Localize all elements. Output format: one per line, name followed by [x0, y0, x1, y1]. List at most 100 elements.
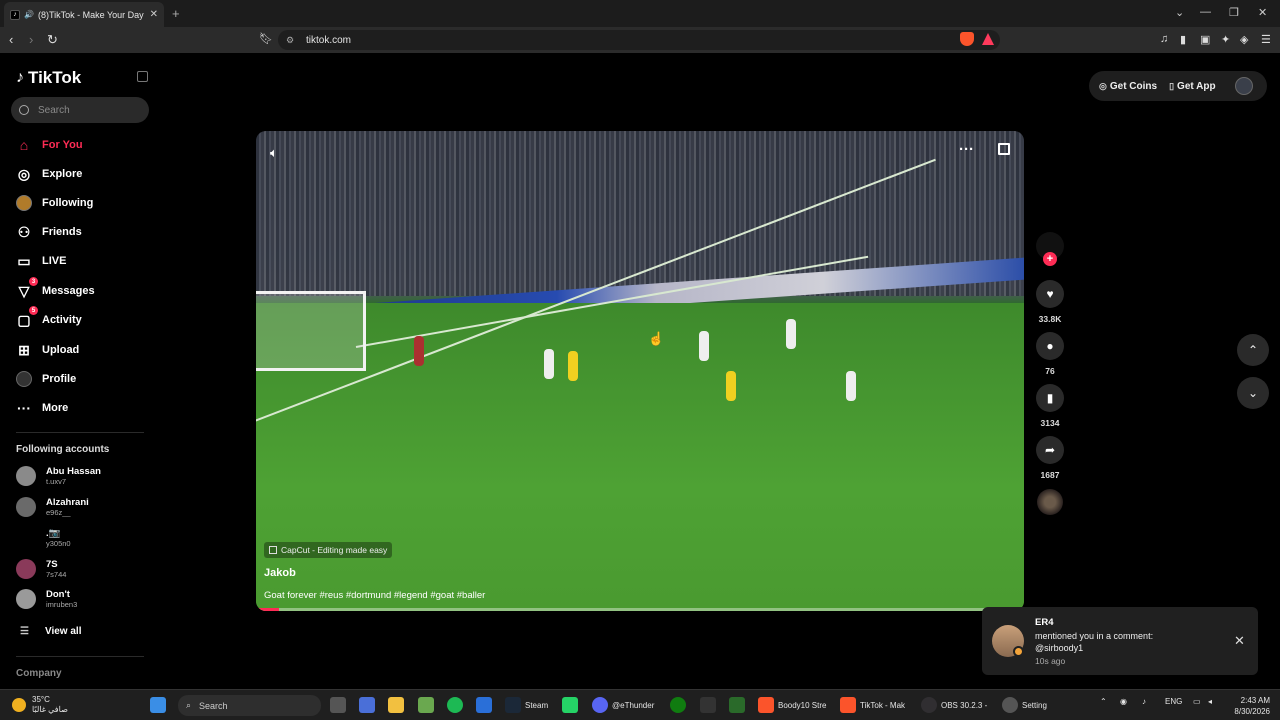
collapse-sidebar-icon[interactable] [137, 71, 148, 82]
fullscreen-icon[interactable] [998, 143, 1010, 155]
obs-icon [921, 697, 937, 713]
nav-label: LIVE [42, 255, 67, 267]
taskbar-search[interactable]: ⌕ Search [178, 695, 321, 716]
epic-icon [700, 697, 716, 713]
system-clock[interactable]: 2:43 AM 8/30/2026 [1220, 695, 1270, 717]
task-view-button[interactable] [330, 697, 350, 713]
account-avatar [16, 466, 36, 486]
tiktok-favicon-icon: ♪ [10, 9, 20, 20]
nav-following[interactable]: Following [15, 193, 93, 213]
close-icon[interactable]: ✕ [1234, 633, 1245, 649]
back-icon[interactable]: ‹ [9, 32, 13, 47]
nav-more[interactable]: ··· More [15, 398, 68, 418]
taskbar-app-label: OBS 30.2.3 - [941, 700, 988, 710]
tray-overflow-icon[interactable]: ⌃ [1100, 697, 1107, 706]
get-app-button[interactable]: ▯ Get App [1169, 81, 1215, 92]
volume-icon[interactable]: 🔈︎ [270, 145, 278, 161]
reload-icon[interactable]: ↻ [47, 32, 58, 48]
video-player[interactable]: 🔈︎ ··· ☝ CapCut - Editing made easy Jako… [256, 131, 1024, 611]
view-all-button[interactable]: ☰ View all [20, 626, 81, 637]
nav-activity[interactable]: ▢ 5 Activity [15, 306, 82, 330]
live-icon: ▭ [17, 252, 31, 269]
leo-ai-icon[interactable]: ✦ [1221, 33, 1230, 46]
epic-button[interactable] [700, 697, 720, 713]
search-input[interactable]: Search [11, 97, 149, 123]
vpn-icon[interactable]: ◈ [1240, 33, 1248, 46]
outlook-button[interactable] [476, 697, 496, 713]
menu-icon[interactable]: ☰ [1261, 33, 1271, 46]
nav-explore[interactable]: ◎ Explore [15, 164, 82, 184]
forward-icon[interactable]: › [29, 32, 33, 47]
brave-rewards-icon[interactable] [982, 33, 994, 45]
language-indicator[interactable]: ENG [1165, 697, 1182, 706]
video-pitch [256, 303, 1024, 611]
close-window-icon[interactable]: ✕ [1258, 6, 1267, 19]
share-button[interactable]: ➦ [1036, 436, 1064, 464]
temperature: 35°C [32, 695, 50, 704]
compass-icon: ◎ [17, 165, 31, 182]
media-icon[interactable]: ♫ [1160, 33, 1168, 45]
user-avatar[interactable] [1235, 77, 1253, 95]
following-account[interactable]: 7S 7s744 [16, 559, 66, 579]
notification-toast[interactable]: ER4 mentioned you in a comment: @sirbood… [982, 607, 1258, 675]
capcut-tag[interactable]: CapCut - Editing made easy [264, 542, 393, 558]
minimize-icon[interactable]: — [1200, 6, 1211, 18]
restore-icon[interactable]: ❐ [1229, 6, 1239, 19]
taskbar-app-discord[interactable]: @eThunder [592, 697, 654, 713]
app-button[interactable] [729, 697, 749, 713]
volume-icon[interactable]: ◂ [1208, 697, 1212, 706]
video-author[interactable]: Jakob [264, 567, 296, 579]
next-video-button[interactable]: ⌄ [1237, 377, 1269, 409]
weather-widget[interactable]: 35°C صافي غالبًا [12, 695, 68, 715]
spotify-button[interactable] [447, 697, 467, 713]
brave-shields-icon[interactable] [960, 32, 974, 46]
tiktok-logo[interactable]: ♪ TikTok [16, 68, 81, 88]
browser-tab[interactable]: ♪ 🔊 (8)TikTok - Make Your Day ✕ [4, 2, 164, 27]
microphone-icon[interactable]: ♪ [1142, 697, 1146, 706]
comment-button[interactable]: ● [1036, 332, 1064, 360]
wallet-icon[interactable]: ▣ [1200, 33, 1210, 46]
more-options-icon[interactable]: ··· [959, 141, 974, 158]
close-tab-icon[interactable]: ✕ [150, 9, 158, 20]
taskbar-app-tiktok[interactable]: TikTok - Mak [840, 697, 905, 713]
bookmark-icon[interactable]: 🔖︎ [259, 32, 273, 45]
taskbar-app-steam[interactable]: Steam [505, 697, 548, 713]
taskbar-app-brave[interactable]: Boody10 Stre [758, 697, 826, 713]
following-account[interactable]: Alzahrani e96z__ [16, 497, 89, 517]
xbox-button[interactable] [670, 697, 690, 713]
following-account[interactable]: .📷 y305n0 [16, 528, 71, 548]
like-button[interactable]: ♥ [1036, 280, 1064, 308]
save-button[interactable]: ▮ [1036, 384, 1064, 412]
whatsapp-button[interactable] [562, 697, 582, 713]
get-coins-button[interactable]: ◎ Get Coins [1099, 81, 1157, 92]
new-tab-button[interactable]: + [172, 6, 180, 21]
taskbar-app-label: Steam [525, 700, 549, 710]
store-button[interactable] [359, 697, 379, 713]
taskbar-app-settings[interactable]: Setting [1002, 697, 1047, 713]
video-progress-bar[interactable] [256, 608, 1024, 611]
clock-date: 8/30/2026 [1234, 707, 1270, 716]
company-link[interactable]: Company [16, 668, 62, 679]
nav-upload[interactable]: ⊞ Upload [15, 340, 79, 360]
taskbar-app-obs[interactable]: OBS 30.2.3 - [921, 697, 987, 713]
follow-plus-icon[interactable]: + [1043, 252, 1057, 266]
network-icon[interactable]: ▭ [1193, 697, 1201, 706]
nav-live[interactable]: ▭ LIVE [15, 251, 66, 271]
account-name: Abu Hassan [46, 466, 101, 477]
app-button[interactable] [418, 697, 438, 713]
nav-profile[interactable]: Profile [15, 369, 76, 389]
site-info-icon[interactable]: ⚙ [286, 35, 296, 45]
explorer-button[interactable] [388, 697, 408, 713]
tab-list-icon[interactable]: ⌄ [1175, 6, 1184, 19]
tray-app-icon[interactable]: ◉ [1120, 697, 1127, 706]
music-disc-icon[interactable] [1037, 489, 1063, 515]
nav-messages[interactable]: ▽ 3 Messages [15, 277, 95, 301]
address-bar[interactable]: ⚙ tiktok.com [278, 30, 1000, 50]
following-account[interactable]: Don't imruben3 [16, 589, 77, 609]
sidebar-icon[interactable]: ▮ [1180, 33, 1186, 46]
nav-friends[interactable]: ⚇ Friends [15, 222, 82, 242]
following-account[interactable]: Abu Hassan t.uxv7 [16, 466, 101, 486]
previous-video-button[interactable]: ⌃ [1237, 334, 1269, 366]
start-button[interactable] [150, 697, 170, 713]
nav-for-you[interactable]: ⌂ For You [15, 135, 83, 155]
